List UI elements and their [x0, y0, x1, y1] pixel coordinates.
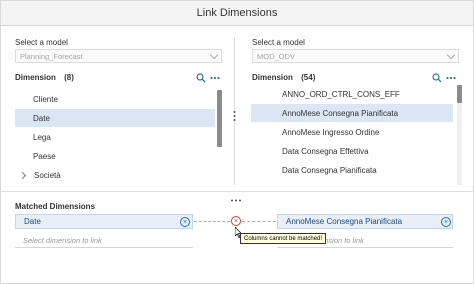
left-list-scrollbar[interactable]	[217, 90, 222, 147]
link-connector	[194, 221, 230, 222]
left-list-scroll-thumb[interactable]	[217, 90, 222, 147]
left-dimension-heading-label: Dimension	[15, 73, 56, 82]
list-item-label: ANNO_ORD_CTRL_CONS_EFF	[282, 89, 400, 99]
chevron-right-icon[interactable]	[18, 171, 27, 179]
search-icon[interactable]	[195, 72, 207, 84]
right-model-select[interactable]: MOD_ODV	[252, 49, 459, 63]
more-icon[interactable]	[209, 72, 221, 84]
list-item-label: Società	[34, 170, 61, 180]
list-item[interactable]: Data Consegna Pianificata	[251, 161, 453, 179]
list-item-label: Data Consegna Pianificata	[282, 165, 377, 175]
matched-right-value: AnnoMese Consegna Pianificata	[286, 217, 403, 226]
list-item-label: AnnoMese Consegna Pianificata	[282, 108, 399, 118]
right-dimension-heading-label: Dimension	[252, 73, 293, 82]
left-placeholder-text: Select dimension to link	[23, 235, 102, 245]
resize-grip-vertical-icon[interactable]	[233, 109, 236, 121]
list-item[interactable]: AnnoMese Ingresso Ordine	[251, 123, 453, 141]
right-dimension-list: ANNO_ORD_CTRL_CONS_EFF AnnoMese Consegna…	[251, 85, 453, 185]
left-model-select[interactable]: Planning_Forecast	[15, 49, 222, 63]
dialog-title: Link Dimensions	[196, 7, 278, 19]
list-item[interactable]: Cliente	[15, 90, 215, 108]
list-item[interactable]: Data Consegna Effettiva	[251, 142, 453, 160]
left-dimension-count: (8)	[64, 73, 74, 82]
right-list-scroll-thumb[interactable]	[457, 85, 462, 103]
left-placeholder-field[interactable]: Select dimension to link	[15, 233, 193, 248]
list-item-label: Data Consegna Effettiva	[282, 146, 369, 156]
left-model-label: Select a model	[15, 38, 68, 47]
list-item-label: AnnoMese Ingresso Ordine	[282, 127, 380, 137]
chevron-down-icon	[209, 50, 219, 60]
resize-grip-horizontal-icon[interactable]	[230, 189, 242, 202]
link-dimensions-dialog: Link Dimensions Select a model Planning_…	[0, 0, 474, 284]
list-item[interactable]: Società	[15, 166, 215, 184]
clear-icon[interactable]: ×	[441, 217, 451, 227]
matched-left-value: Date	[24, 217, 41, 226]
list-item[interactable]: ANNO_ORD_CTRL_CONS_EFF	[251, 85, 453, 103]
matched-right-field[interactable]: AnnoMese Consegna Pianificata	[277, 214, 453, 229]
left-dimension-list: Cliente Date Lega Paese Società	[15, 90, 215, 185]
list-item-label: Date	[33, 113, 50, 123]
list-item[interactable]: Lega	[15, 128, 215, 146]
list-item-selected[interactable]: Date	[15, 109, 215, 127]
right-model-value: MOD_ODV	[257, 51, 295, 61]
chevron-down-icon	[446, 50, 456, 60]
list-item[interactable]: Paese	[15, 147, 215, 165]
right-list-scrollbar[interactable]	[457, 85, 462, 185]
dialog-title-bar: Link Dimensions	[1, 1, 473, 26]
list-item-label: Paese	[33, 151, 56, 161]
matched-dimensions-heading: Matched Dimensions	[15, 202, 96, 211]
more-icon[interactable]	[445, 72, 457, 84]
clear-icon[interactable]: ×	[180, 217, 190, 227]
right-model-label: Select a model	[252, 38, 305, 47]
right-dimension-heading: Dimension (54)	[252, 73, 315, 82]
error-tooltip-text: Columns cannot be matched!	[244, 235, 323, 242]
link-connector	[242, 221, 276, 222]
matched-left-field[interactable]: Date	[15, 214, 193, 229]
list-item-label: Cliente	[33, 94, 58, 104]
right-dimension-count: (54)	[301, 73, 316, 82]
search-icon[interactable]	[431, 72, 443, 84]
list-item-selected[interactable]: AnnoMese Consegna Pianificata	[251, 104, 453, 122]
left-dimension-heading: Dimension (8)	[15, 73, 74, 82]
left-model-value: Planning_Forecast	[20, 51, 83, 61]
error-tooltip: Columns cannot be matched!	[240, 233, 327, 244]
list-item-label: Lega	[33, 132, 51, 142]
